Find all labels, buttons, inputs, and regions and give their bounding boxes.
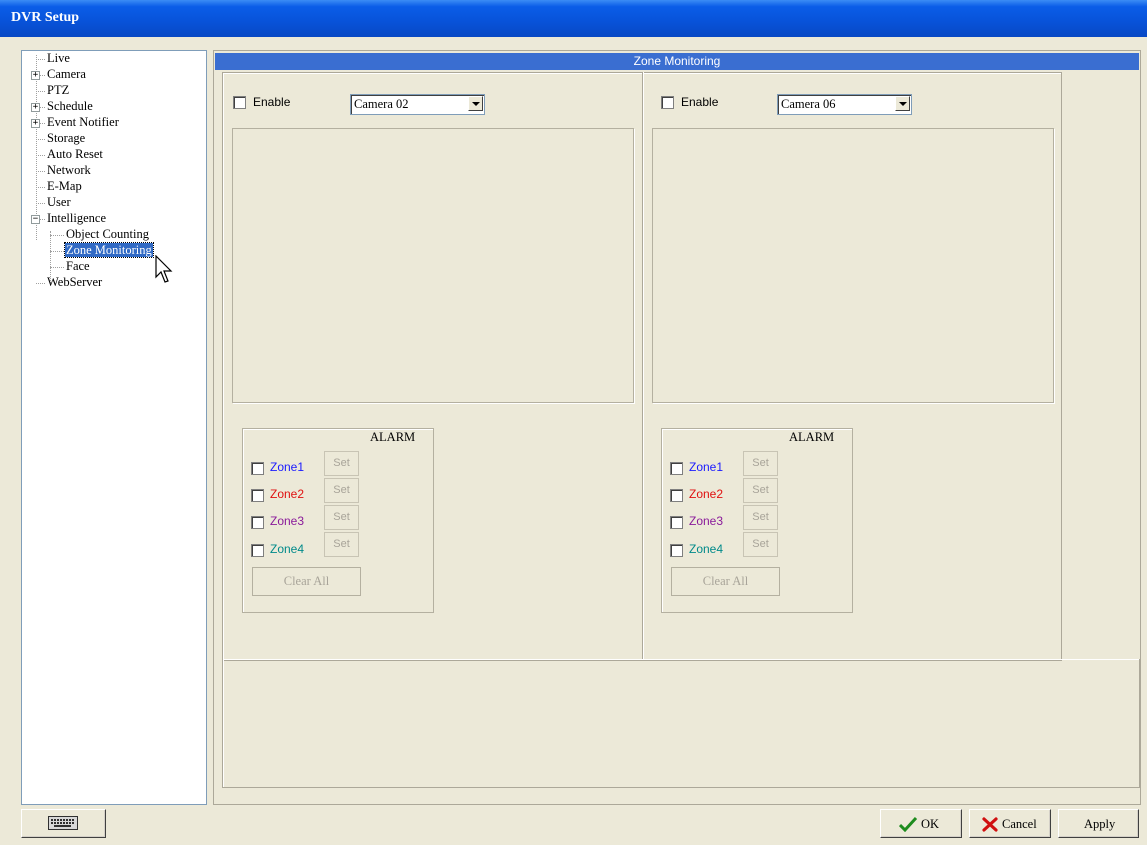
tree-item-schedule[interactable]: Schedule [46,99,94,114]
camera-select-value: Camera 02 [354,97,409,111]
zone1-set-button-left[interactable]: Set [324,451,359,476]
zone4-checkbox-right[interactable] [670,544,683,557]
zone1-set-button-right[interactable]: Set [743,451,778,476]
tree-item-live[interactable]: Live [46,51,71,66]
expand-icon[interactable]: + [31,71,40,80]
zone4-checkbox-left[interactable] [251,544,264,557]
x-icon [982,817,998,832]
collapse-icon[interactable]: − [31,215,40,224]
zone1-label-right: Zone1 [689,460,724,474]
zone3-checkbox-left[interactable] [251,516,264,529]
tree-item-event-notifier[interactable]: Event Notifier [46,115,120,130]
zone3-set-button-right[interactable]: Set [743,505,778,530]
alarm-title: ALARM [370,430,416,444]
expand-icon[interactable]: + [31,119,40,128]
tree-item-ptz[interactable]: PTZ [46,83,70,98]
zone1-label-left: Zone1 [270,460,305,474]
zone4-set-button-left[interactable]: Set [324,532,359,557]
alarm-title: ALARM [789,430,835,444]
zone4-label-left: Zone4 [270,542,305,556]
enable-label-right: Enable [681,95,719,109]
zone3-set-button-left[interactable]: Set [324,505,359,530]
camera-preview-left[interactable] [232,128,634,403]
zone3-checkbox-right[interactable] [670,516,683,529]
panel-header: Zone Monitoring [215,53,1139,70]
zone4-label-right: Zone4 [689,542,724,556]
tree-item-e-map[interactable]: E-Map [46,179,83,194]
title-bar: DVR Setup [0,0,1147,37]
zone2-set-button-left[interactable]: Set [324,478,359,503]
zone3-label-right: Zone3 [689,514,724,528]
expand-icon[interactable]: + [31,103,40,112]
ok-label: OK [921,817,940,831]
camera-preview-right[interactable] [652,128,1054,403]
mouse-cursor-icon [155,255,173,283]
camera-select-right[interactable]: Camera 06 [777,94,912,115]
apply-label: Apply [1084,817,1116,831]
ok-button[interactable]: OK [880,809,962,838]
tree-item-auto-reset[interactable]: Auto Reset [46,147,104,162]
enable-checkbox-right[interactable] [661,96,674,109]
tree-item-user[interactable]: User [46,195,72,210]
tree-item-storage[interactable]: Storage [46,131,86,146]
zone2-checkbox-right[interactable] [670,489,683,502]
window-title: DVR Setup [11,10,80,25]
divider [642,72,643,660]
zone1-checkbox-left[interactable] [251,462,264,475]
zone2-label-right: Zone2 [689,487,724,501]
keyboard-icon [48,816,78,830]
zone2-checkbox-left[interactable] [251,489,264,502]
settings-tree[interactable]: + + + − Live Camera PTZ Schedule Event N… [21,50,207,805]
lower-area [222,659,1140,788]
chevron-down-icon[interactable] [895,96,910,111]
zone2-label-left: Zone2 [270,487,305,501]
zone1-checkbox-right[interactable] [670,462,683,475]
cancel-button[interactable]: Cancel [969,809,1051,838]
camera-select-left[interactable]: Camera 02 [350,94,485,115]
camera-select-value: Camera 06 [781,97,836,111]
tree-item-webserver[interactable]: WebServer [46,275,103,290]
zone4-set-button-right[interactable]: Set [743,532,778,557]
tree-item-intelligence[interactable]: Intelligence [46,211,107,226]
cancel-label: Cancel [1002,817,1037,831]
chevron-down-icon[interactable] [468,96,483,111]
clear-all-button-right[interactable]: Clear All [671,567,780,596]
tree-item-face[interactable]: Face [65,259,91,274]
enable-checkbox-left[interactable] [233,96,246,109]
enable-label-left: Enable [253,95,291,109]
tree-item-zone-monitoring[interactable]: Zone Monitoring [64,242,154,258]
zone3-label-left: Zone3 [270,514,305,528]
checkmark-icon [899,816,917,832]
zone2-set-button-right[interactable]: Set [743,478,778,503]
clear-all-button-left[interactable]: Clear All [252,567,361,596]
apply-button[interactable]: Apply [1058,809,1139,838]
tree-item-object-counting[interactable]: Object Counting [65,227,150,242]
tree-item-network[interactable]: Network [46,163,92,178]
keyboard-button[interactable] [21,809,106,838]
tree-item-camera[interactable]: Camera [46,67,87,82]
